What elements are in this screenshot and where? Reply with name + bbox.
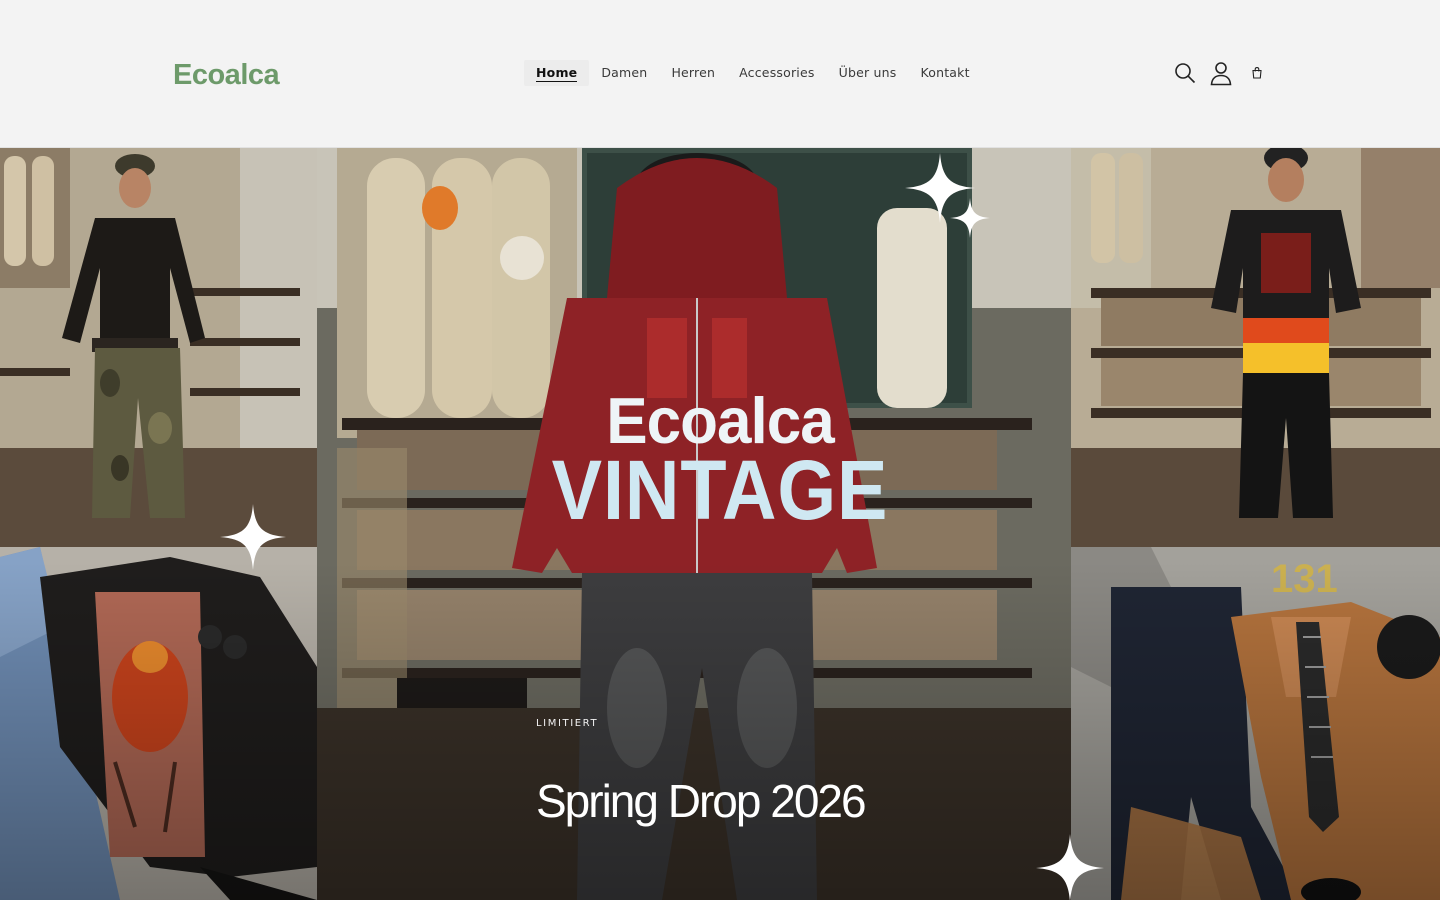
main-nav: Home Damen Herren Accessories Über uns K… — [524, 60, 982, 86]
svg-text:131: 131 — [1271, 557, 1338, 601]
hero-eyebrow: LIMITIERT — [536, 718, 599, 729]
account-button[interactable] — [1208, 58, 1234, 88]
nav-item-ueber-uns[interactable]: Über uns — [827, 60, 909, 86]
sparkle-icon — [950, 198, 990, 238]
photo-flatlay-eagle-tee — [0, 547, 317, 900]
account-icon — [1210, 62, 1232, 86]
sparkle-icon — [1036, 834, 1104, 900]
search-icon — [1175, 63, 1196, 84]
nav-item-herren[interactable]: Herren — [659, 60, 727, 86]
nav-item-kontakt[interactable]: Kontakt — [908, 60, 981, 86]
cart-icon — [1252, 67, 1262, 79]
cart-button[interactable] — [1244, 58, 1270, 88]
search-button[interactable] — [1172, 58, 1198, 88]
nav-item-accessories[interactable]: Accessories — [727, 60, 826, 86]
hero-headline: Spring Drop 2026 — [536, 775, 867, 827]
nav-item-home[interactable]: Home — [524, 60, 590, 86]
site-logo[interactable]: Ecoalca — [173, 59, 280, 92]
hero-brand-subtitle: VINTAGE — [551, 443, 889, 537]
photo-flatlay-suede-jacket: 131 — [1071, 547, 1440, 900]
header-icons — [1172, 58, 1270, 88]
hero-banner[interactable]: 131 Ecoalca VINTAGE LIMITIERT Spring Dro… — [0, 148, 1440, 900]
nav-item-home-label: Home — [536, 65, 578, 82]
site-header: Ecoalca Home Damen Herren Accessories Üb… — [0, 0, 1440, 148]
nav-item-damen[interactable]: Damen — [589, 60, 659, 86]
